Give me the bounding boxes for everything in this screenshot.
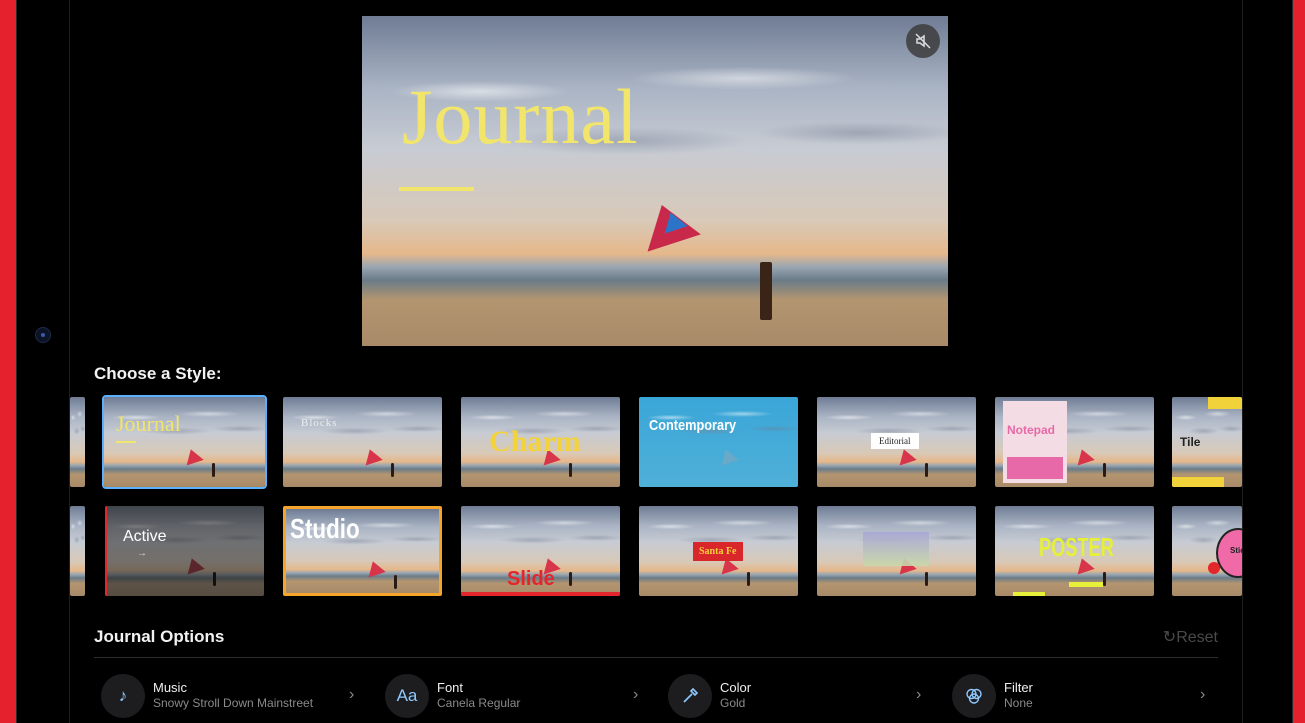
style-thumb-contemporary[interactable]: Contemporary [639,397,798,487]
style-thumb-notepad[interactable]: Notepad [995,397,1154,487]
style-thumb-partial-left-1[interactable] [70,397,85,487]
style-thumb-tile[interactable]: Tile [1172,397,1242,487]
choose-style-label: Choose a Style: [94,364,222,383]
style-thumb-partial-left-2[interactable] [70,506,85,596]
style-thumb-slide[interactable]: Slide [461,506,620,596]
chevron-right-icon: › [1200,686,1206,703]
style-thumb-journal[interactable]: Journal [102,395,267,489]
option-font[interactable]: Aa Font Canela Regular › [385,670,655,720]
style-thumb-studio[interactable]: Studio [283,506,442,596]
music-note-icon: ♪ [101,674,145,718]
mute-button[interactable] [906,24,940,58]
preview-video[interactable]: Journal [362,16,948,346]
filter-circles-icon [952,674,996,718]
option-color[interactable]: Color Gold › [668,670,938,720]
journal-options-header: Journal Options ↻Reset [94,625,1218,658]
style-thumb-blocks[interactable]: Blocks [283,397,442,487]
style-thumb-active[interactable]: Active → [105,506,264,596]
font-aa-icon: Aa [385,674,429,718]
sidebar-indicator-dot[interactable] [35,327,51,343]
style-thumb-gradient[interactable] [817,506,976,596]
options-title: Journal Options [94,627,225,646]
chevron-right-icon: › [916,686,922,703]
reset-button[interactable]: ↻Reset [1163,627,1218,647]
style-thumb-poster[interactable]: POSTER [995,506,1154,596]
style-thumb-sticker[interactable]: Stic [1172,506,1242,596]
chevron-right-icon: › [349,686,355,703]
chevron-right-icon: › [633,686,639,703]
arrow-right-icon: → [137,548,147,559]
preview-title-underline [399,187,474,191]
style-thumb-charm[interactable]: Charm [461,397,620,487]
app-window: Journal Choose a Style: Journal Blocks C… [16,0,1293,723]
option-filter[interactable]: Filter None › [952,670,1222,720]
option-music[interactable]: ♪ Music Snowy Stroll Down Mainstreet › [101,670,371,720]
reset-arrow-icon: ↻ [1162,629,1177,646]
style-thumb-santa-fe[interactable]: Santa Fe [639,506,798,596]
preview-title: Journal [402,73,639,160]
kite-graphic [635,196,701,252]
child-figure [760,262,772,320]
speaker-muted-icon [915,33,931,49]
style-thumb-editorial[interactable]: Editorial [817,397,976,487]
eyedropper-icon [668,674,712,718]
